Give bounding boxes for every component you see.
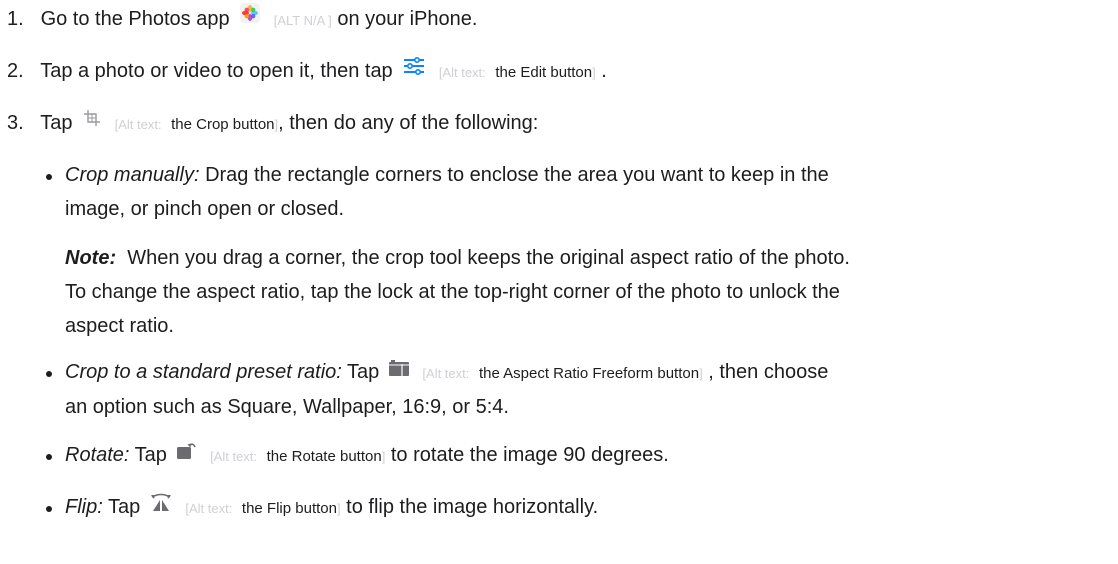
alt-text-close: ] [336, 501, 341, 516]
bullet-rotate: Rotate: Tap [Alt text: the Rotate button… [46, 440, 1106, 472]
alt-text-prefix: [Alt text: [185, 501, 233, 516]
bullet-text: Tap [102, 496, 141, 518]
bullet-text: Tap [341, 361, 380, 383]
bullet-text-after: , then choose [708, 361, 829, 383]
alt-text-prefix: [Alt text: [210, 449, 258, 464]
step-number: 2. [7, 60, 24, 82]
note-text-line-2: To change the aspect ratio, tap the lock… [65, 281, 840, 303]
alt-text-close: ] [381, 449, 386, 464]
alt-text-prefix: [Alt text: [422, 366, 470, 381]
bullet-text-continued: an option such as Square, Wallpaper, 16:… [65, 396, 509, 418]
alt-text-close: ] [592, 65, 596, 80]
note-text: When you drag a corner, the crop tool ke… [116, 247, 850, 269]
step-1: 1. Go to the Photos app [ALT N/A ] on yo… [7, 2, 478, 36]
rotate-icon [176, 438, 197, 469]
step-text-after: , then do any of the following: [278, 112, 539, 134]
crop-icon [83, 106, 101, 137]
bullet-text-after: to rotate the image 90 degrees. [390, 444, 669, 466]
step-number: 3. [7, 112, 24, 134]
alt-text-description: the Crop button [171, 116, 275, 133]
step-text: Tap [40, 112, 73, 134]
bullet-label: Flip: [65, 496, 103, 518]
step-text: Go to the Photos app [40, 8, 230, 30]
bullet-dot [46, 506, 52, 512]
alt-text-prefix: [Alt text: [438, 65, 486, 80]
bullet-label: Rotate: [65, 444, 130, 466]
alt-text-description: the Flip button [241, 500, 337, 517]
step-text: Tap a photo or video to open it, then ta… [40, 60, 393, 82]
bullet-dot [46, 174, 52, 180]
alt-text-description: the Edit button [495, 64, 593, 81]
aspect-ratio-icon [388, 355, 409, 386]
alt-text-close: ] [699, 366, 703, 381]
note-text-line-3: aspect ratio. [65, 315, 174, 337]
step-number: 1. [7, 8, 24, 30]
flip-icon [150, 490, 172, 521]
bullet-preset-ratio: Crop to a standard preset ratio: Tap [Al… [46, 357, 1106, 423]
bullet-flip: Flip: Tap [Alt text: the Flip button] to… [46, 492, 1106, 524]
alt-text-placeholder: [ALT N/A ] [273, 13, 332, 28]
bullet-text: Drag the rectangle corners to enclose th… [199, 164, 829, 186]
alt-text-prefix: [Alt text: [114, 117, 162, 132]
bullet-text-continued: image, or pinch open or closed. [65, 198, 345, 220]
alt-text-description: the Rotate button [266, 448, 382, 465]
step-2: 2. Tap a photo or video to open it, then… [7, 56, 607, 88]
photos-app-icon [240, 2, 261, 33]
alt-text-description: the Aspect Ratio Freeform button [478, 365, 700, 382]
bullet-dot [46, 454, 52, 460]
note-paragraph: Note: When you drag a corner, the crop t… [65, 243, 1110, 342]
step-3: 3. Tap [Alt text: the Crop button], then… [7, 108, 538, 140]
bullet-crop-manually: Crop manually: Drag the rectangle corner… [46, 160, 1106, 225]
step-text-after: on your iPhone. [337, 8, 478, 30]
edit-sliders-icon [403, 54, 425, 85]
bullet-text-after: to flip the image horizontally. [346, 496, 599, 518]
step-text-after: . [601, 60, 607, 82]
bullet-dot [46, 371, 52, 377]
note-label: Note: [65, 247, 117, 269]
bullet-label: Crop manually: [65, 164, 200, 186]
bullet-label: Crop to a standard preset ratio: [65, 361, 342, 383]
bullet-text: Tap [129, 444, 167, 466]
